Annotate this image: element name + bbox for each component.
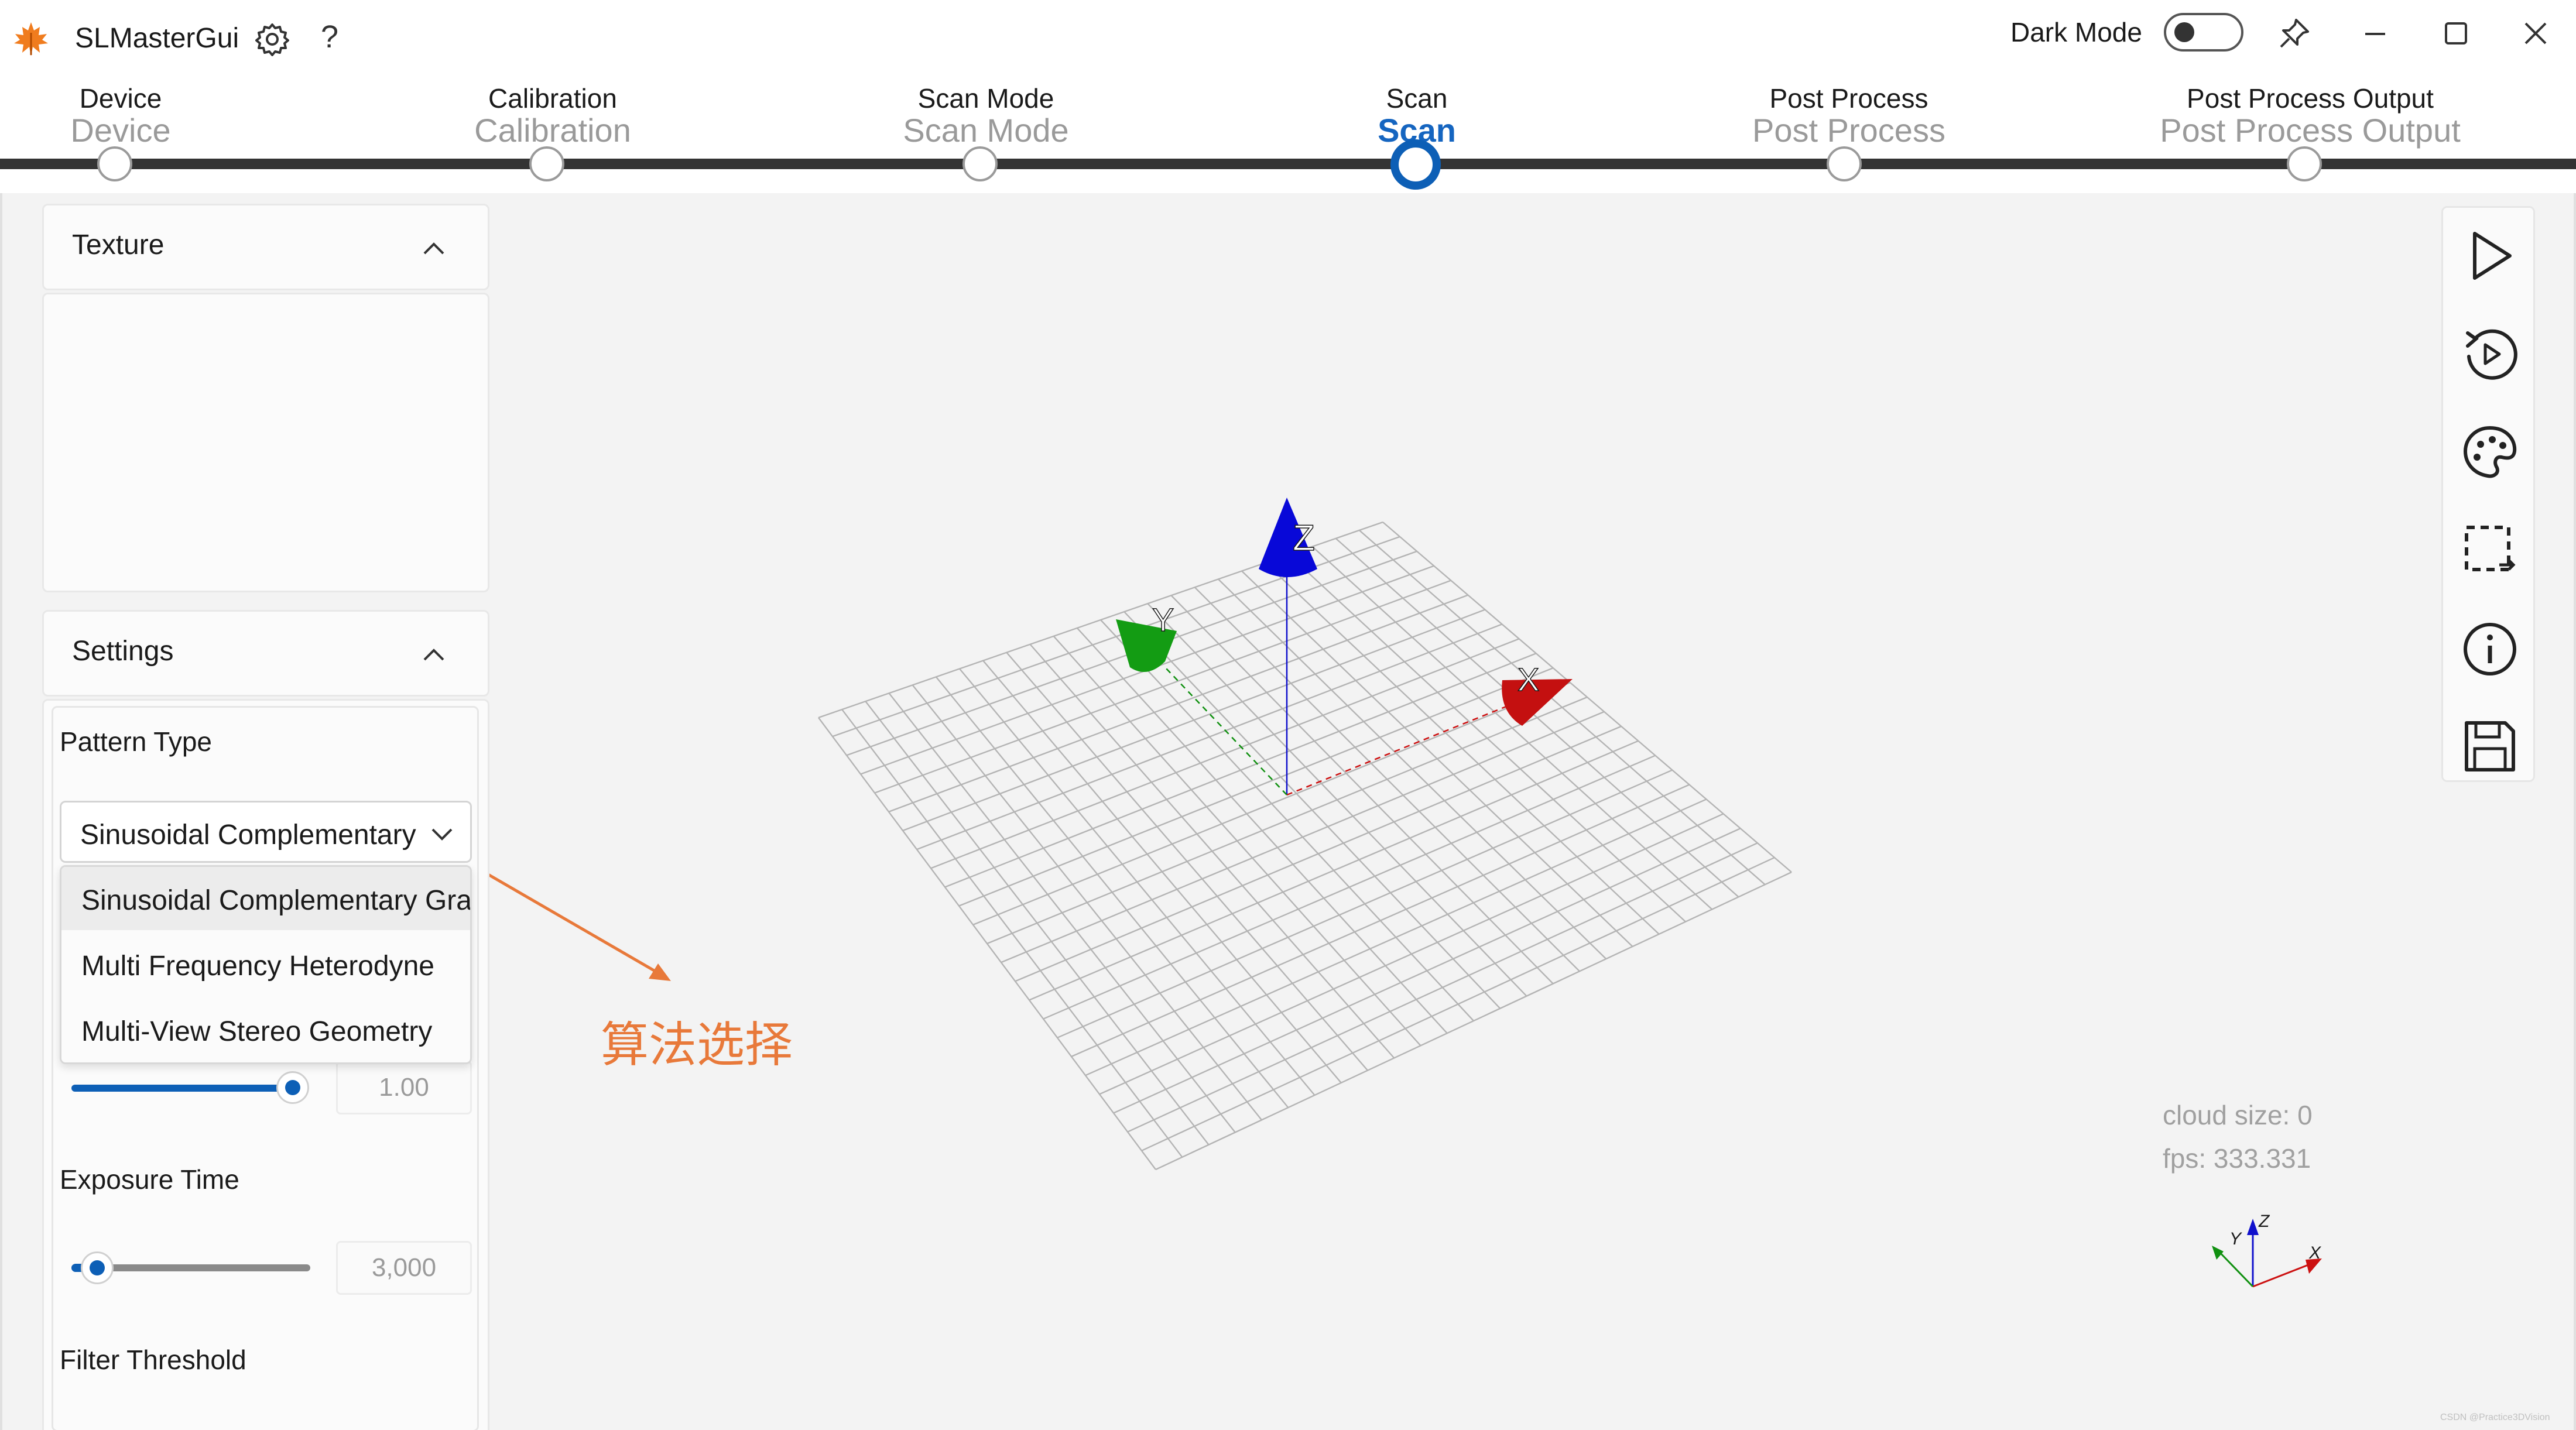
grid-line [1127, 842, 1758, 1133]
replay-icon[interactable] [2458, 323, 2522, 386]
gizmo-x-label: X [2308, 1243, 2321, 1263]
chevron-up-icon[interactable] [420, 235, 448, 263]
texture-panel-header[interactable]: Texture [42, 204, 489, 290]
grid-line [1217, 578, 1607, 960]
orientation-gizmo: Z Y X [2212, 1212, 2322, 1288]
first-slider-value[interactable]: 1.00 [336, 1061, 472, 1114]
z-axis-label: Z [1293, 518, 1315, 558]
grid-line [1359, 530, 1766, 886]
pattern-type-label: Pattern Type [60, 726, 212, 757]
selection-icon[interactable] [2458, 519, 2522, 582]
play-icon[interactable] [2458, 224, 2522, 287]
cloud-size-readout: cloud size: 0 [2163, 1100, 2313, 1130]
annotation-text: 算法选择 [601, 1017, 793, 1073]
exposure-slider-thumb[interactable] [81, 1251, 114, 1284]
grid-line [1382, 522, 1792, 873]
pattern-type-dropdown: Sinusoidal Complementary Gray Multi Freq… [60, 865, 472, 1064]
grid-line [1015, 725, 1622, 982]
chevron-up-icon[interactable] [420, 641, 448, 669]
exposure-value[interactable]: 3,000 [336, 1241, 472, 1295]
gizmo-y-label: Y [2229, 1229, 2242, 1249]
gizmo-z-label: Z [2258, 1212, 2270, 1231]
option-label: Multi Frequency Heterodyne [81, 951, 434, 982]
chevron-down-icon [431, 828, 453, 841]
texture-panel-body [42, 293, 489, 592]
settings-panel-header[interactable]: Settings [42, 610, 489, 697]
grid-line [1113, 828, 1741, 1114]
grid-line [1057, 769, 1673, 1038]
fps-readout: fps: 333.331 [2163, 1143, 2311, 1174]
grid-line [1311, 546, 1713, 910]
dropdown-option[interactable]: Multi-View Stereo Geometry [61, 998, 470, 1061]
first-slider-thumb[interactable] [276, 1071, 309, 1104]
exposure-time-label: Exposure Time [60, 1164, 239, 1195]
dropdown-option[interactable]: Sinusoidal Complementary Gray [61, 867, 472, 930]
x-axis-label: X [1517, 661, 1539, 698]
pattern-type-value: Sinusoidal Complementary [80, 819, 416, 851]
y-axis-label: Y [1152, 601, 1174, 638]
ground-grid [818, 521, 1792, 1171]
dropdown-option[interactable]: Multi Frequency Heterodyne [61, 932, 470, 996]
info-icon[interactable] [2458, 618, 2522, 681]
grid-line [1288, 554, 1686, 923]
texture-header-label: Texture [72, 229, 165, 260]
filter-threshold-label: Filter Threshold [60, 1345, 246, 1375]
option-label: Sinusoidal Complementary Gray [81, 885, 472, 916]
first-slider-track[interactable] [71, 1085, 292, 1092]
annotation-arrow [487, 873, 671, 981]
grid-line [1155, 871, 1792, 1171]
right-toolbar [2441, 206, 2535, 782]
settings-header-label: Settings [72, 636, 174, 667]
pattern-type-select[interactable]: Sinusoidal Complementary [60, 801, 472, 863]
option-label: Multi-View Stereo Geometry [81, 1016, 433, 1047]
grid-line [1001, 711, 1605, 963]
palette-icon[interactable] [2458, 421, 2522, 484]
save-icon[interactable] [2458, 715, 2522, 778]
watermark: CSDN @Practice3DVision [2440, 1412, 2550, 1422]
grid-line [1141, 856, 1775, 1151]
